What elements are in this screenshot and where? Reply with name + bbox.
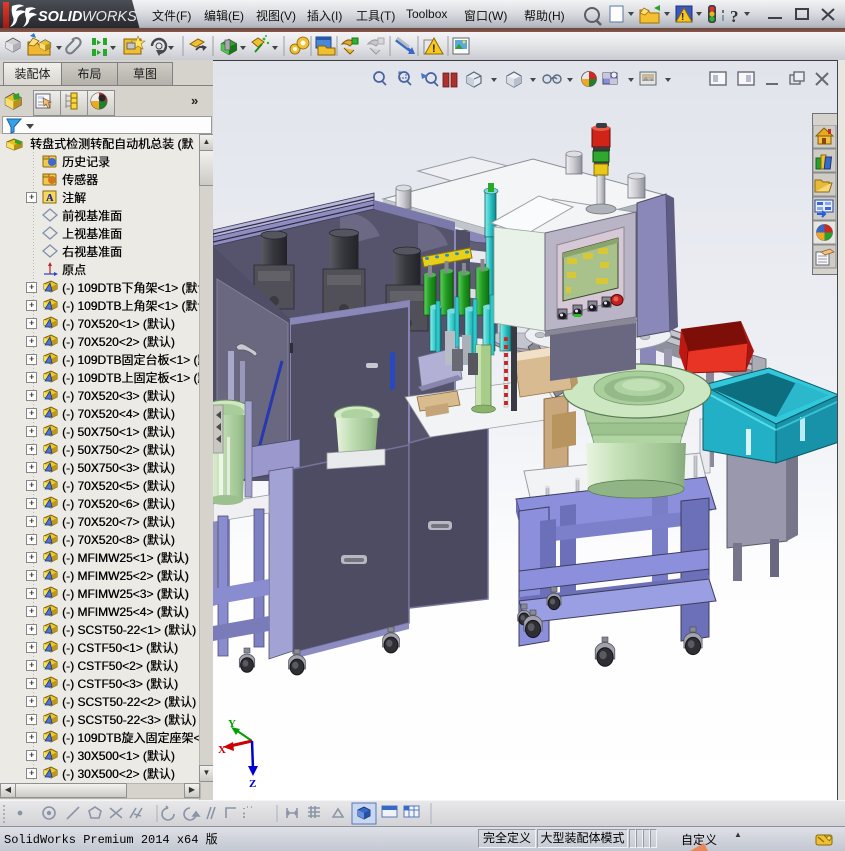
svg-text:Z: Z — [249, 778, 256, 790]
svg-text:A: A — [46, 193, 54, 204]
svg-text:!: ! — [681, 12, 684, 23]
svg-text:X: X — [218, 744, 226, 756]
svg-text:WORKS: WORKS — [82, 9, 137, 25]
svg-text:!: ! — [432, 43, 436, 55]
svg-text:SOLID: SOLID — [38, 9, 83, 25]
svg-text:Y: Y — [228, 718, 236, 730]
svg-text:?: ? — [730, 7, 739, 26]
